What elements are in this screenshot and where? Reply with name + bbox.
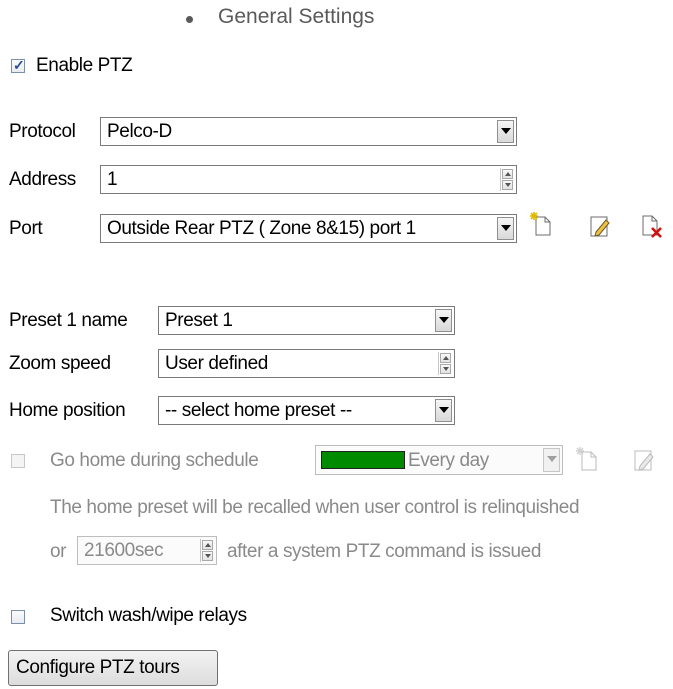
section-heading: General Settings [218, 5, 375, 28]
port-select[interactable]: Outside Rear PTZ ( Zone 8&15) port 1 [100, 214, 517, 243]
spin-down-icon[interactable] [202, 551, 213, 561]
chevron-down-icon[interactable] [497, 217, 514, 240]
home-label: Home position [9, 400, 126, 421]
seconds-value: 21600sec [84, 540, 164, 561]
spin-up-icon[interactable] [502, 169, 513, 179]
go-home-checkbox[interactable] [11, 454, 25, 468]
go-home-label: Go home during schedule [50, 450, 259, 471]
schedule-value: Every day [408, 450, 489, 471]
address-stepper[interactable]: 1 [100, 165, 517, 194]
chevron-down-icon[interactable] [435, 399, 452, 422]
chevron-down-icon[interactable] [543, 448, 560, 472]
configure-button-label: Configure PTZ tours [16, 657, 180, 678]
spin-up-icon[interactable] [440, 353, 451, 363]
preset-label: Preset 1 name [9, 310, 128, 331]
preset-value: Preset 1 [165, 310, 233, 331]
delete-icon[interactable] [641, 214, 663, 238]
spin-control[interactable] [500, 168, 514, 191]
schedule-color-swatch [321, 451, 405, 469]
address-label: Address [9, 169, 76, 190]
schedule-select[interactable]: Every day [315, 445, 563, 475]
edit-icon[interactable] [589, 214, 611, 238]
configure-ptz-tours-button[interactable]: Configure PTZ tours [8, 650, 218, 686]
bullet-icon [186, 16, 193, 23]
protocol-select[interactable]: Pelco-D [100, 117, 517, 146]
edit-icon[interactable] [633, 448, 655, 472]
chevron-down-icon[interactable] [435, 309, 452, 332]
chevron-down-icon[interactable] [497, 120, 514, 143]
zoom-speed-stepper[interactable]: User defined [158, 349, 455, 378]
enable-ptz-checkbox[interactable]: ✓ [11, 57, 25, 73]
port-value: Outside Rear PTZ ( Zone 8&15) port 1 [107, 218, 416, 239]
protocol-value: Pelco-D [107, 121, 172, 142]
zoom-value: User defined [165, 353, 268, 374]
check-icon: ✓ [13, 57, 25, 73]
spin-control[interactable] [200, 539, 214, 562]
preset-select[interactable]: Preset 1 [158, 306, 455, 335]
wash-wipe-label: Switch wash/wipe relays [50, 605, 247, 626]
port-label: Port [9, 218, 43, 239]
address-value: 1 [107, 169, 118, 190]
home-value: -- select home preset -- [165, 400, 352, 421]
new-icon[interactable] [530, 212, 552, 236]
new-icon[interactable] [576, 447, 598, 471]
wash-wipe-checkbox[interactable] [11, 610, 25, 624]
spin-control[interactable] [438, 352, 452, 375]
note-suffix: after a system PTZ command is issued [227, 541, 541, 562]
home-position-select[interactable]: -- select home preset -- [158, 396, 455, 425]
note-prefix: or [50, 541, 67, 562]
spin-down-icon[interactable] [502, 180, 513, 190]
zoom-label: Zoom speed [9, 353, 111, 374]
protocol-label: Protocol [9, 121, 76, 142]
enable-ptz-label: Enable PTZ [36, 55, 133, 76]
home-note: The home preset will be recalled when us… [50, 497, 580, 518]
spin-down-icon[interactable] [440, 364, 451, 374]
seconds-stepper[interactable]: 21600sec [77, 536, 217, 565]
spin-up-icon[interactable] [202, 540, 213, 550]
